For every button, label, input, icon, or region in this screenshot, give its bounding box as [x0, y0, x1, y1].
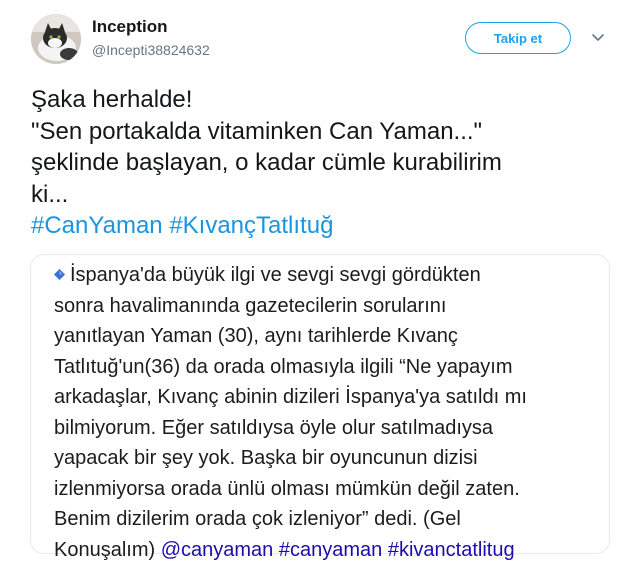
tweet-line: Şaka herhalde! [31, 86, 193, 113]
quote-line-text: Konuşalım) [54, 538, 156, 561]
hashtag-link[interactable]: #canyaman [279, 539, 382, 561]
follow-button[interactable]: Takip et [465, 22, 571, 54]
quote-line: bilmiyorum. Eğer satıldıysa öyle olur sa… [54, 416, 494, 439]
blue-diamond-icon [54, 269, 65, 280]
quote-line: yanıtlayan Yaman (30), aynı tarihlerde K… [54, 325, 458, 347]
mention-link[interactable]: @canyaman [161, 539, 274, 561]
quoted-text: İspanya'da büyük ilgi ve sevgi sevgi gör… [54, 260, 599, 565]
quote-line: İspanya'da büyük ilgi ve sevgi sevgi gör… [54, 260, 599, 291]
quote-line-text: İspanya'da büyük ilgi ve sevgi sevgi gör… [70, 264, 481, 286]
avatar[interactable] [31, 14, 81, 64]
quoted-text-card[interactable]: İspanya'da büyük ilgi ve sevgi sevgi gör… [30, 254, 610, 561]
hashtag-link[interactable]: #KıvançTatlıtuğ [169, 212, 333, 239]
quote-line: sonra havalimanında gazetecilerin sorula… [54, 294, 447, 317]
quote-line: arkadaşlar, Kıvanç abinin dizileri İspan… [54, 386, 527, 408]
tweet-line: ki... [31, 180, 69, 208]
quote-last-line: Konuşalım) @canyaman #canyaman #kivancta… [54, 535, 599, 566]
quote-line: Benim dizilerim orada çok izleniyor” ded… [54, 508, 461, 530]
display-name[interactable]: Inception [92, 17, 168, 37]
tweet-line: "Sen portakalda vitaminken Can Yaman..." [31, 117, 483, 145]
hashtag-link[interactable]: #CanYaman [31, 212, 163, 239]
quote-line: Tatlıtuğ'un(36) da orada olmasıyla ilgil… [54, 355, 513, 378]
quote-line: yapacak bir şey yok. Başka bir oyuncunun… [54, 447, 478, 469]
cat-avatar-icon [31, 14, 81, 64]
hashtag-line: #CanYaman #KıvançTatlıtuğ [31, 210, 621, 242]
tweet-text: Şaka herhalde! "Sen portakalda vitaminke… [31, 84, 621, 242]
hashtag-link[interactable]: #kivanctatlitug [388, 539, 515, 561]
user-handle[interactable]: @Incepti38824632 [92, 42, 210, 58]
chevron-down-icon[interactable] [590, 30, 606, 46]
tweet-line: şeklinde başlayan, o kadar cümle kurabil… [31, 149, 502, 176]
quote-line: izlenmiyorsa orada ünlü olması mümkün de… [54, 477, 520, 500]
